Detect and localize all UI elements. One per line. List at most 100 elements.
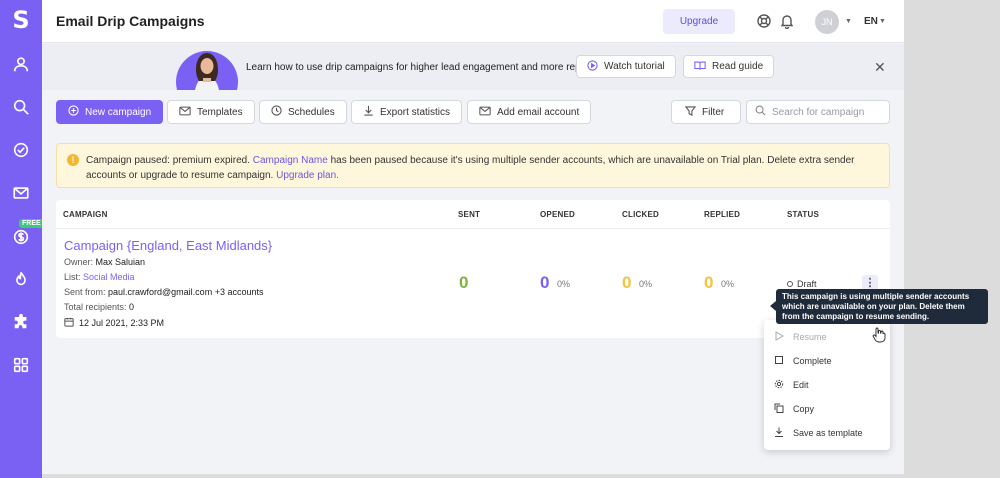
copy-icon (774, 403, 784, 415)
menu-item-resume[interactable]: Resume (774, 328, 827, 346)
search-input[interactable] (772, 106, 882, 118)
campaign-recipients: Total recipients: 0 (64, 302, 134, 312)
presenter-photo (176, 46, 238, 90)
templates-button[interactable]: Templates (167, 100, 255, 124)
export-statistics-button[interactable]: Export statistics (351, 100, 463, 124)
list-label: List: (64, 272, 84, 282)
app-logo[interactable]: S (0, 6, 42, 34)
mail-add-icon (479, 106, 491, 119)
search-icon[interactable] (11, 97, 31, 117)
campaign-list: List: Social Media (64, 272, 135, 282)
status-label: Draft (797, 279, 817, 289)
recipients-value: 0 (129, 302, 135, 312)
opened-percent: 0% (557, 279, 571, 289)
replied-count: 0 (704, 273, 714, 292)
paused-alert: ! Campaign paused: premium expired. Camp… (56, 143, 890, 188)
campaign-name-link[interactable]: Campaign {England, East Midlands} (64, 238, 272, 253)
tutorial-banner: Learn how to use drip campaigns for high… (42, 44, 904, 90)
clicked-count: 0 (622, 273, 632, 292)
banner-text: Learn how to use drip campaigns for high… (246, 62, 596, 73)
menu-item-copy-label: Copy (793, 404, 815, 414)
fire-icon[interactable] (11, 269, 31, 289)
campaign-name-link[interactable]: Campaign Name (253, 155, 328, 166)
grid-icon[interactable] (11, 355, 31, 375)
close-icon[interactable]: ✕ (874, 59, 886, 76)
menu-item-edit[interactable]: Edit (774, 376, 809, 394)
owner-label: Owner: (64, 257, 96, 267)
add-email-account-label: Add email account (497, 106, 580, 118)
play-icon (774, 331, 785, 343)
calendar-icon (64, 317, 74, 329)
replied-percent: 0% (721, 279, 735, 289)
watch-tutorial-button[interactable]: Watch tutorial (576, 55, 676, 78)
alert-text-part1: Campaign paused: premium expired. (86, 155, 253, 166)
check-circle-icon[interactable] (11, 140, 31, 160)
watch-tutorial-label: Watch tutorial (604, 61, 665, 72)
read-guide-label: Read guide (712, 61, 764, 72)
templates-label: Templates (197, 106, 243, 118)
campaign-date: 12 Jul 2021, 2:33 PM (64, 317, 164, 329)
language-selector[interactable]: EN (864, 16, 878, 27)
date-value: 12 Jul 2021, 2:33 PM (79, 318, 165, 328)
warning-icon: ! (67, 154, 79, 166)
header-status: STATUS (787, 210, 820, 219)
dollar-icon[interactable] (11, 227, 31, 247)
play-circle-icon (587, 59, 598, 74)
tooltip: This campaign is using multiple sender a… (776, 289, 988, 324)
status-badge: Draft (787, 279, 817, 289)
sent-from-value: paul.crawford@gmail.com +3 accounts (108, 287, 264, 297)
puzzle-icon[interactable] (11, 312, 31, 332)
hand-cursor-icon (872, 327, 886, 343)
menu-item-copy[interactable]: Copy (774, 400, 814, 418)
chevron-down-icon[interactable]: ▼ (879, 18, 886, 25)
filter-button[interactable]: Filter (671, 100, 741, 124)
help-icon[interactable] (756, 13, 772, 29)
avatar[interactable]: JN (815, 10, 839, 34)
menu-item-resume-label: Resume (793, 332, 827, 342)
status-dot-icon (787, 281, 793, 287)
clock-icon (271, 105, 282, 119)
read-guide-button[interactable]: Read guide (683, 55, 775, 78)
schedules-button[interactable]: Schedules (259, 100, 347, 124)
upgrade-button[interactable]: Upgrade (663, 9, 735, 34)
menu-item-save-template-label: Save as template (793, 428, 863, 438)
mail-template-icon (179, 106, 191, 119)
mail-icon[interactable] (11, 183, 31, 203)
download-icon (774, 427, 784, 439)
list-link[interactable]: Social Media (83, 272, 135, 282)
sidebar: S FREE (0, 0, 44, 478)
upgrade-plan-link[interactable]: Upgrade plan. (276, 170, 339, 181)
chevron-down-icon[interactable]: ▼ (845, 18, 852, 25)
plus-circle-icon (68, 105, 79, 119)
campaign-sent-from: Sent from: paul.crawford@gmail.com +3 ac… (64, 287, 263, 297)
filter-label: Filter (702, 106, 725, 118)
recipients-label: Total recipients: (64, 302, 130, 312)
opened-count: 0 (540, 273, 550, 292)
export-statistics-label: Export statistics (380, 106, 451, 118)
new-campaign-button[interactable]: New campaign (56, 100, 164, 124)
header-campaign: CAMPAIGN (63, 210, 108, 219)
user-icon[interactable] (11, 54, 31, 74)
sent-count: 0 (459, 273, 469, 292)
download-icon (363, 105, 374, 119)
divider (56, 228, 890, 229)
bell-icon[interactable] (779, 13, 795, 30)
stop-icon (774, 355, 784, 367)
header-replied: REPLIED (704, 210, 741, 219)
menu-item-complete[interactable]: Complete (774, 352, 832, 370)
sent-from-label: Sent from: (64, 287, 109, 297)
new-campaign-label: New campaign (85, 106, 152, 118)
schedules-label: Schedules (288, 106, 335, 118)
book-icon (694, 60, 706, 74)
owner-value: Max Saluian (95, 257, 146, 267)
search-box (746, 100, 890, 124)
gear-icon (774, 379, 784, 391)
page-title: Email Drip Campaigns (56, 13, 205, 29)
menu-item-save-template[interactable]: Save as template (774, 424, 863, 442)
add-email-account-button[interactable]: Add email account (467, 100, 592, 124)
campaigns-table: CAMPAIGN SENT OPENED CLICKED REPLIED STA… (56, 200, 890, 338)
alert-text: Campaign paused: premium expired. Campai… (86, 153, 881, 183)
menu-item-complete-label: Complete (793, 356, 832, 366)
header-opened: OPENED (540, 210, 575, 219)
menu-item-edit-label: Edit (793, 380, 809, 390)
